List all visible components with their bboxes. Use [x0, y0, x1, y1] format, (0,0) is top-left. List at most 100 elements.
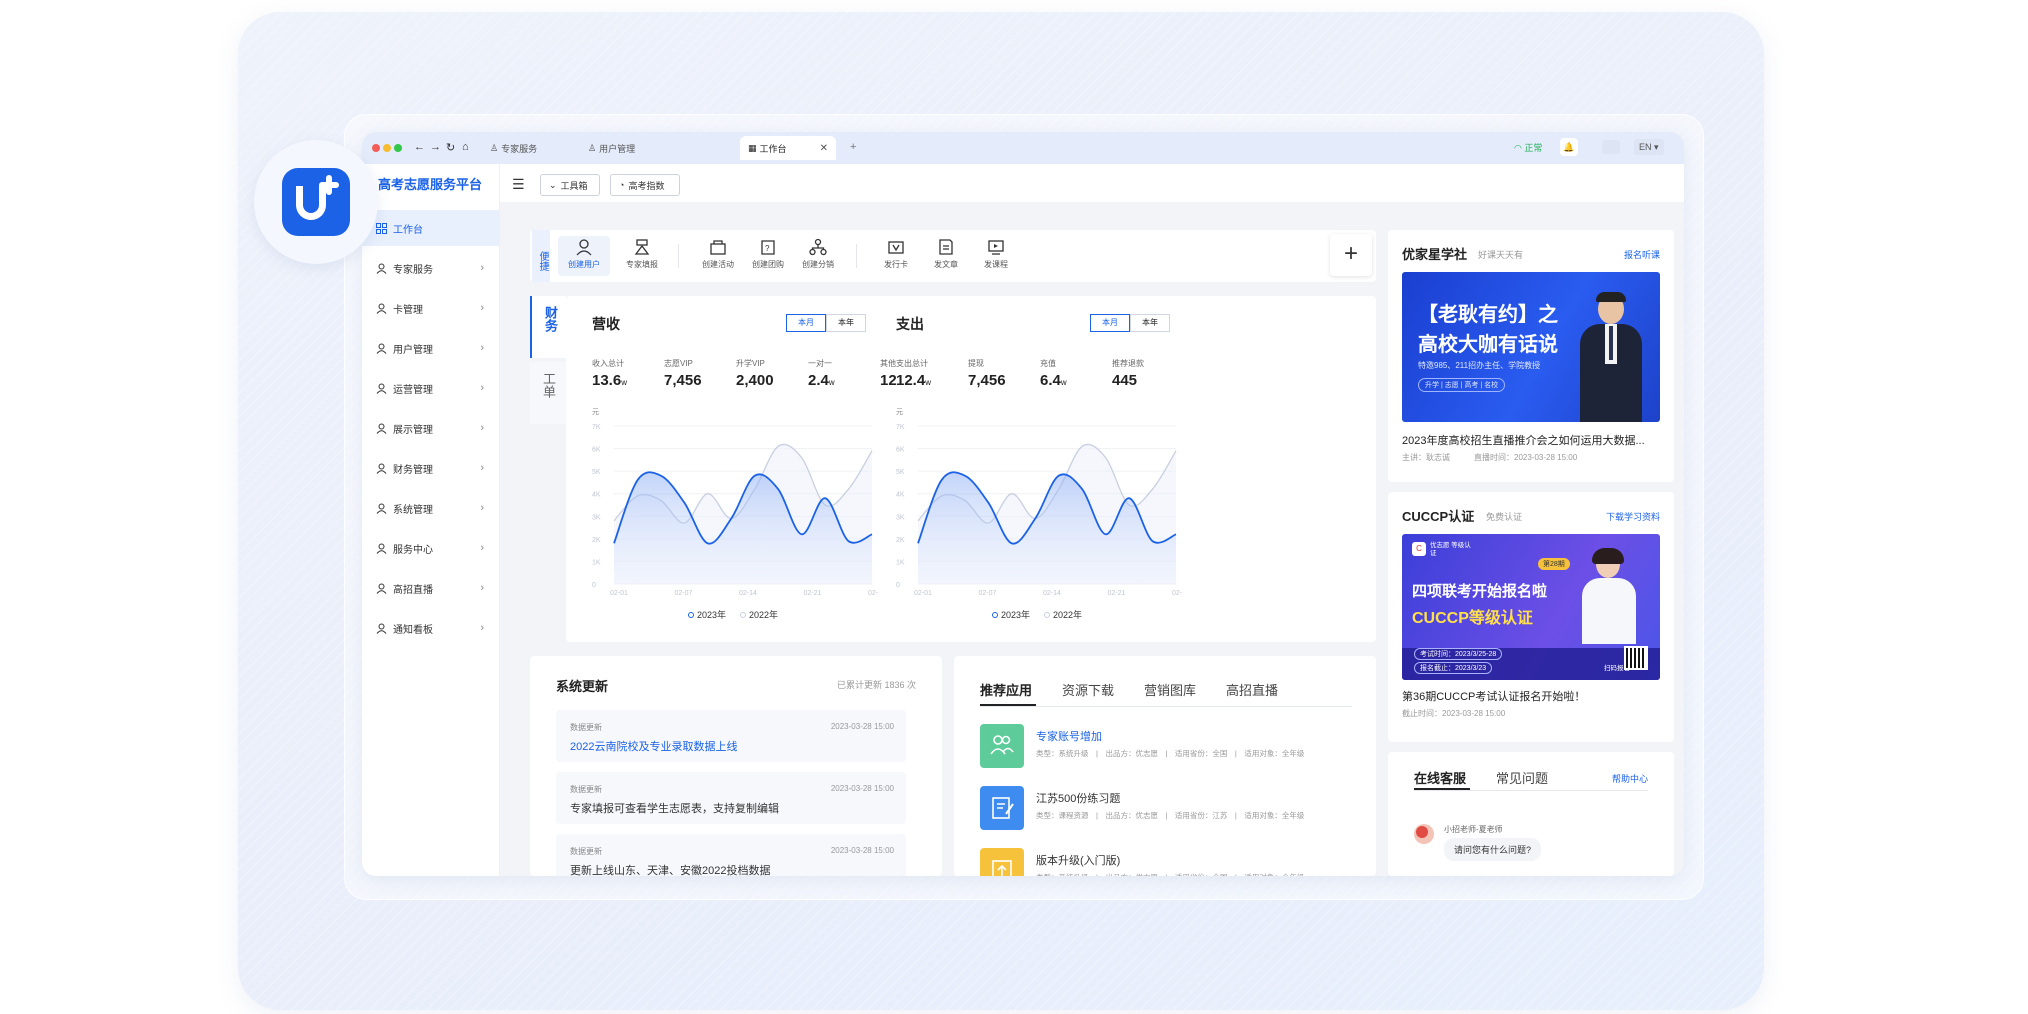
promo2-download-link[interactable]: 下载学习资料 — [1606, 510, 1660, 523]
series-2023-area — [918, 472, 1176, 584]
sidebar-item[interactable]: 系统管理 › — [362, 490, 500, 526]
expense-period-toggle: 本月 本年 — [1090, 314, 1170, 332]
sidebar-item[interactable]: 财务管理 › — [362, 450, 500, 486]
stat-number: 2.4 — [808, 372, 829, 389]
update-item[interactable]: 数据更新 2023-03-28 15:00 2022云南院校及专业录取数据上线 — [556, 710, 906, 762]
upgrade-icon[interactable] — [980, 848, 1024, 876]
expense-month-button[interactable]: 本月 — [1090, 314, 1130, 332]
promo2-caption[interactable]: 第36期CUCCP考试认证报名开始啦！ — [1402, 688, 1585, 704]
update-item[interactable]: 数据更新 2023-03-28 15:00 专家填报可查看学生志愿表，支持复制编辑 — [556, 772, 906, 824]
sidebar-item[interactable]: 用户管理 › — [362, 330, 500, 366]
forward-icon[interactable]: → — [430, 141, 441, 153]
post-article-icon — [939, 239, 953, 255]
create-user-button[interactable]: 创建用户 — [558, 236, 610, 276]
promo1-signup-link[interactable]: 报名听课 — [1624, 248, 1660, 261]
minimize-dot-icon[interactable] — [383, 144, 391, 152]
legend-label: 2022年 — [749, 610, 779, 620]
toolbox-button[interactable]: ⌄ 工具箱 — [540, 174, 600, 196]
apps-tab[interactable]: 高招直播 — [1226, 680, 1278, 699]
tab-faq[interactable]: 常见问题 — [1496, 768, 1548, 787]
gaokao-index-button[interactable]: ◔ 高考指数 — [610, 174, 680, 196]
menu-collapse-icon[interactable]: ☰ — [512, 176, 525, 193]
language-select[interactable]: EN ▾ — [1634, 139, 1664, 155]
sidebar-item[interactable]: 运营管理 › — [362, 370, 500, 406]
app-meta: 类型：系统升级 | 出品方：优志愿 | 适用省份：全国 | 适用对象：全年级 — [1036, 749, 1305, 758]
promo-card-academy: 优家星学社 好课天天有 报名听课 【老耿有约】之 高校大咖有话说 特邀985、2… — [1388, 230, 1674, 482]
user-icon — [376, 343, 387, 354]
app-title[interactable]: 江苏500份练习题 — [1036, 790, 1120, 806]
app-title[interactable]: 版本升级(入门版) — [1036, 852, 1120, 868]
expert-fill-button[interactable]: 专家填报 — [616, 236, 668, 276]
post-course-icon — [988, 240, 1004, 255]
sidebar-item[interactable]: 工作台 — [362, 210, 500, 246]
avatar[interactable] — [1602, 140, 1620, 154]
expense-title: 支出 — [896, 316, 924, 332]
expense-year-button[interactable]: 本年 — [1130, 314, 1170, 332]
update-item[interactable]: 数据更新 2023-03-28 15:00 更新上线山东、天津、安徽2022投档数据 — [556, 834, 906, 876]
expense-stat-label: 支出总计 — [896, 359, 928, 368]
svg-text:?: ? — [765, 244, 770, 253]
stage: ← → ↻ ⌂ ♙ 专家服务 ♙ 用户管理 ▦ 工作台 ✕ + ◠ 正常 🔔 EN ▾ — [0, 0, 2028, 1014]
app-title[interactable]: 专家账号增加 — [1036, 728, 1102, 744]
tab-user-management[interactable]: ♙ 用户管理 — [580, 136, 670, 160]
promo2-banner[interactable]: C 优志愿 等级认证 第28期 四项联考开始报名啦 CUCCP等级认证 考试时间… — [1402, 534, 1660, 680]
sidebar-item-label: 高招直播 — [393, 584, 433, 596]
new-tab-button[interactable]: + — [850, 141, 856, 153]
sidebar-item[interactable]: 卡管理 › — [362, 290, 500, 326]
maximize-dot-icon[interactable] — [394, 144, 402, 152]
tab-expert-service[interactable]: ♙ 专家服务 — [482, 136, 568, 160]
sidebar-item[interactable]: 专家服务 › — [362, 250, 500, 286]
help-center-link[interactable]: 帮助中心 — [1612, 772, 1648, 785]
bell-icon[interactable]: 🔔 — [1560, 138, 1578, 156]
revenue-year-button[interactable]: 本年 — [826, 314, 866, 332]
promo1-caption[interactable]: 2023年度高校招生直播推介会之如何运用大数据... — [1402, 432, 1645, 448]
y-tick-label: 2K — [896, 537, 905, 544]
stat-unit: w — [1060, 378, 1067, 387]
person-icon: ♙ — [490, 142, 499, 153]
create-group-buy-button[interactable]: ? 创建团购 — [742, 236, 794, 276]
sidebar-item[interactable]: 高招直播 › — [362, 570, 500, 606]
back-icon[interactable]: ← — [414, 141, 425, 153]
home-icon[interactable]: ⌂ — [462, 141, 469, 153]
y-tick-label: 3K — [592, 514, 601, 521]
create-distribution-button[interactable]: 创建分销 — [792, 236, 844, 276]
legend-item-2023[interactable]: 2023年 — [688, 608, 726, 621]
legend-item-2022[interactable]: 2022年 — [740, 608, 778, 621]
user-icon — [376, 463, 387, 474]
finance-panel: 营收 本月 本年 元 7K 6K 5K 4K 3K 2K 1K 0 02-01 02-07 02-14… — [566, 296, 1376, 642]
tab-finance[interactable]: 财务 — [530, 296, 566, 358]
chevron-right-icon: › — [480, 542, 484, 554]
chevron-right-icon: › — [480, 622, 484, 634]
apps-tab[interactable]: 资源下载 — [1062, 680, 1114, 699]
issue-card-button[interactable]: 发行卡 — [870, 236, 922, 276]
add-shortcut-button[interactable]: + — [1330, 234, 1372, 276]
y-tick-label: 0 — [592, 582, 596, 589]
users-icon[interactable] — [980, 724, 1024, 768]
legend-label: 2022年 — [1053, 610, 1083, 620]
sidebar-item[interactable]: 服务中心 › — [362, 530, 500, 566]
quick-action-label: 发行卡 — [884, 260, 908, 269]
sidebar-item[interactable]: 展示管理 › — [362, 410, 500, 446]
tab-online-service[interactable]: 在线客服 — [1414, 768, 1466, 787]
apps-tab[interactable]: 推荐应用 — [980, 680, 1032, 699]
apps-tab[interactable]: 营销图库 — [1144, 680, 1196, 699]
post-article-button[interactable]: 发文章 — [920, 236, 972, 276]
quick-action-label: 创建团购 — [752, 260, 784, 269]
promo1-banner[interactable]: 【老耿有约】之 高校大咖有话说 特邀985、211招办主任、学院教授 升学 | … — [1402, 272, 1660, 422]
legend-item-2023[interactable]: 2023年 — [992, 608, 1030, 621]
tab-workbench[interactable]: ▦ 工作台 ✕ — [740, 136, 836, 160]
revenue-stat-value: 2,400 — [736, 372, 774, 389]
legend-item-2022[interactable]: 2022年 — [1044, 608, 1082, 621]
tab-ticket[interactable]: 工单 — [530, 362, 566, 424]
user-icon — [376, 543, 387, 554]
qr-code-icon — [1624, 646, 1648, 670]
reload-icon[interactable]: ↻ — [446, 141, 455, 154]
close-dot-icon[interactable] — [372, 144, 380, 152]
quick-action-label: 创建用户 — [568, 260, 600, 269]
edit-document-icon[interactable] — [980, 786, 1024, 830]
post-course-button[interactable]: 发课程 — [970, 236, 1022, 276]
revenue-month-button[interactable]: 本月 — [786, 314, 826, 332]
create-activity-button[interactable]: 创建活动 — [692, 236, 744, 276]
close-tab-icon[interactable]: ✕ — [820, 143, 828, 154]
sidebar-item[interactable]: 通知看板 › — [362, 610, 500, 646]
